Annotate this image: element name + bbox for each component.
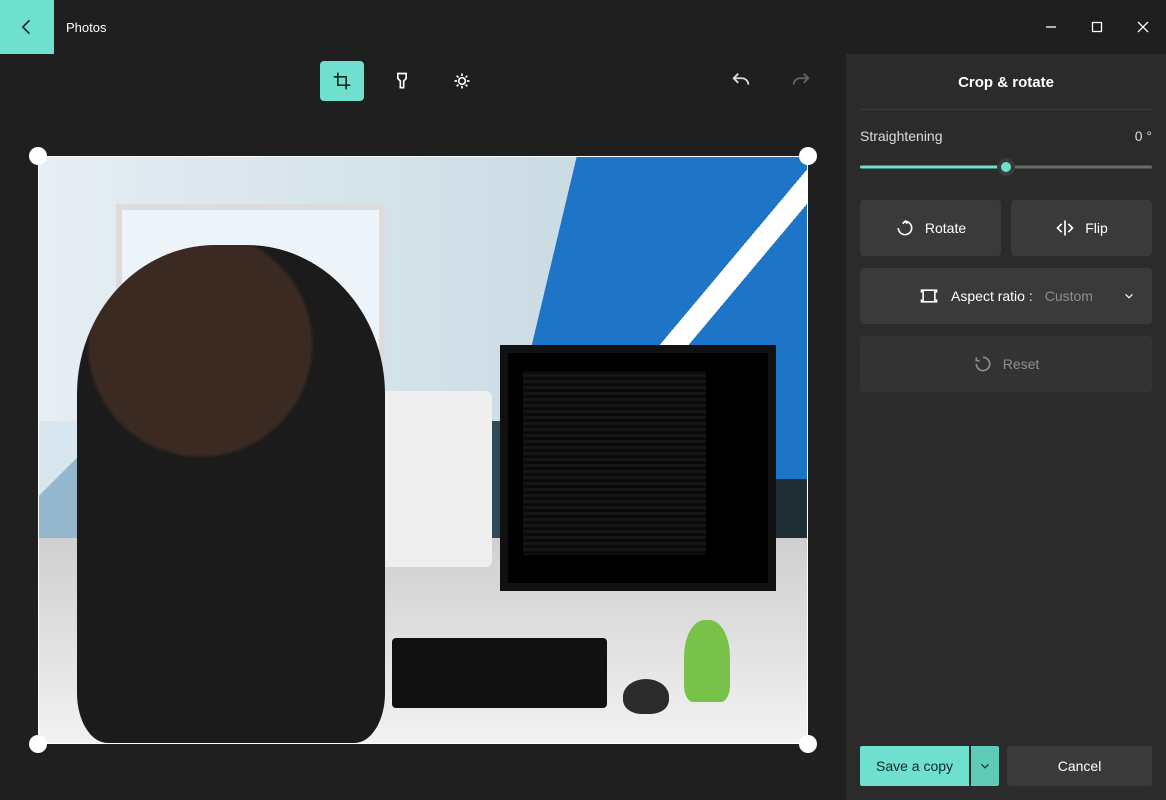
side-panel: Crop & rotate Straightening 0 ° Rotate F… <box>846 54 1166 800</box>
flip-button[interactable]: Flip <box>1011 200 1152 256</box>
straighten-value: 0 ° <box>1135 128 1152 144</box>
minimize-button[interactable] <box>1028 0 1074 54</box>
reset-button[interactable]: Reset <box>860 336 1152 392</box>
cancel-button[interactable]: Cancel <box>1007 746 1152 786</box>
crop-handle-bottom-right[interactable] <box>799 735 817 753</box>
save-split-button: Save a copy <box>860 746 999 786</box>
close-button[interactable] <box>1120 0 1166 54</box>
maximize-button[interactable] <box>1074 0 1120 54</box>
save-dropdown-button[interactable] <box>971 746 999 786</box>
slider-thumb[interactable] <box>997 158 1015 176</box>
undo-button[interactable] <box>726 66 756 96</box>
adjust-tool-button[interactable] <box>440 61 484 101</box>
crop-handle-bottom-left[interactable] <box>29 735 47 753</box>
edit-toolbar <box>0 54 846 108</box>
rotate-label: Rotate <box>925 220 966 236</box>
crop-handle-top-left[interactable] <box>29 147 47 165</box>
aspect-ratio-button[interactable]: Aspect ratio : Custom <box>860 268 1152 324</box>
straighten-label: Straightening <box>860 128 943 144</box>
reset-label: Reset <box>1003 356 1040 372</box>
aspect-value: Custom <box>1045 288 1093 304</box>
filters-tool-button[interactable] <box>380 61 424 101</box>
rotate-button[interactable]: Rotate <box>860 200 1001 256</box>
redo-button <box>786 66 816 96</box>
aspect-label: Aspect ratio : <box>951 288 1033 304</box>
back-button[interactable] <box>0 0 54 54</box>
window-controls <box>1028 0 1166 54</box>
panel-title: Crop & rotate <box>860 74 1152 110</box>
canvas-area <box>0 54 846 800</box>
crop-handle-top-right[interactable] <box>799 147 817 165</box>
crop-tool-button[interactable] <box>320 61 364 101</box>
chevron-down-icon <box>1122 289 1136 303</box>
straighten-slider[interactable] <box>860 156 1152 178</box>
app-title: Photos <box>54 0 106 54</box>
save-button[interactable]: Save a copy <box>860 746 969 786</box>
title-bar: Photos <box>0 0 1166 54</box>
crop-frame[interactable] <box>38 156 808 744</box>
photo-preview[interactable] <box>38 156 808 744</box>
flip-label: Flip <box>1085 220 1108 236</box>
